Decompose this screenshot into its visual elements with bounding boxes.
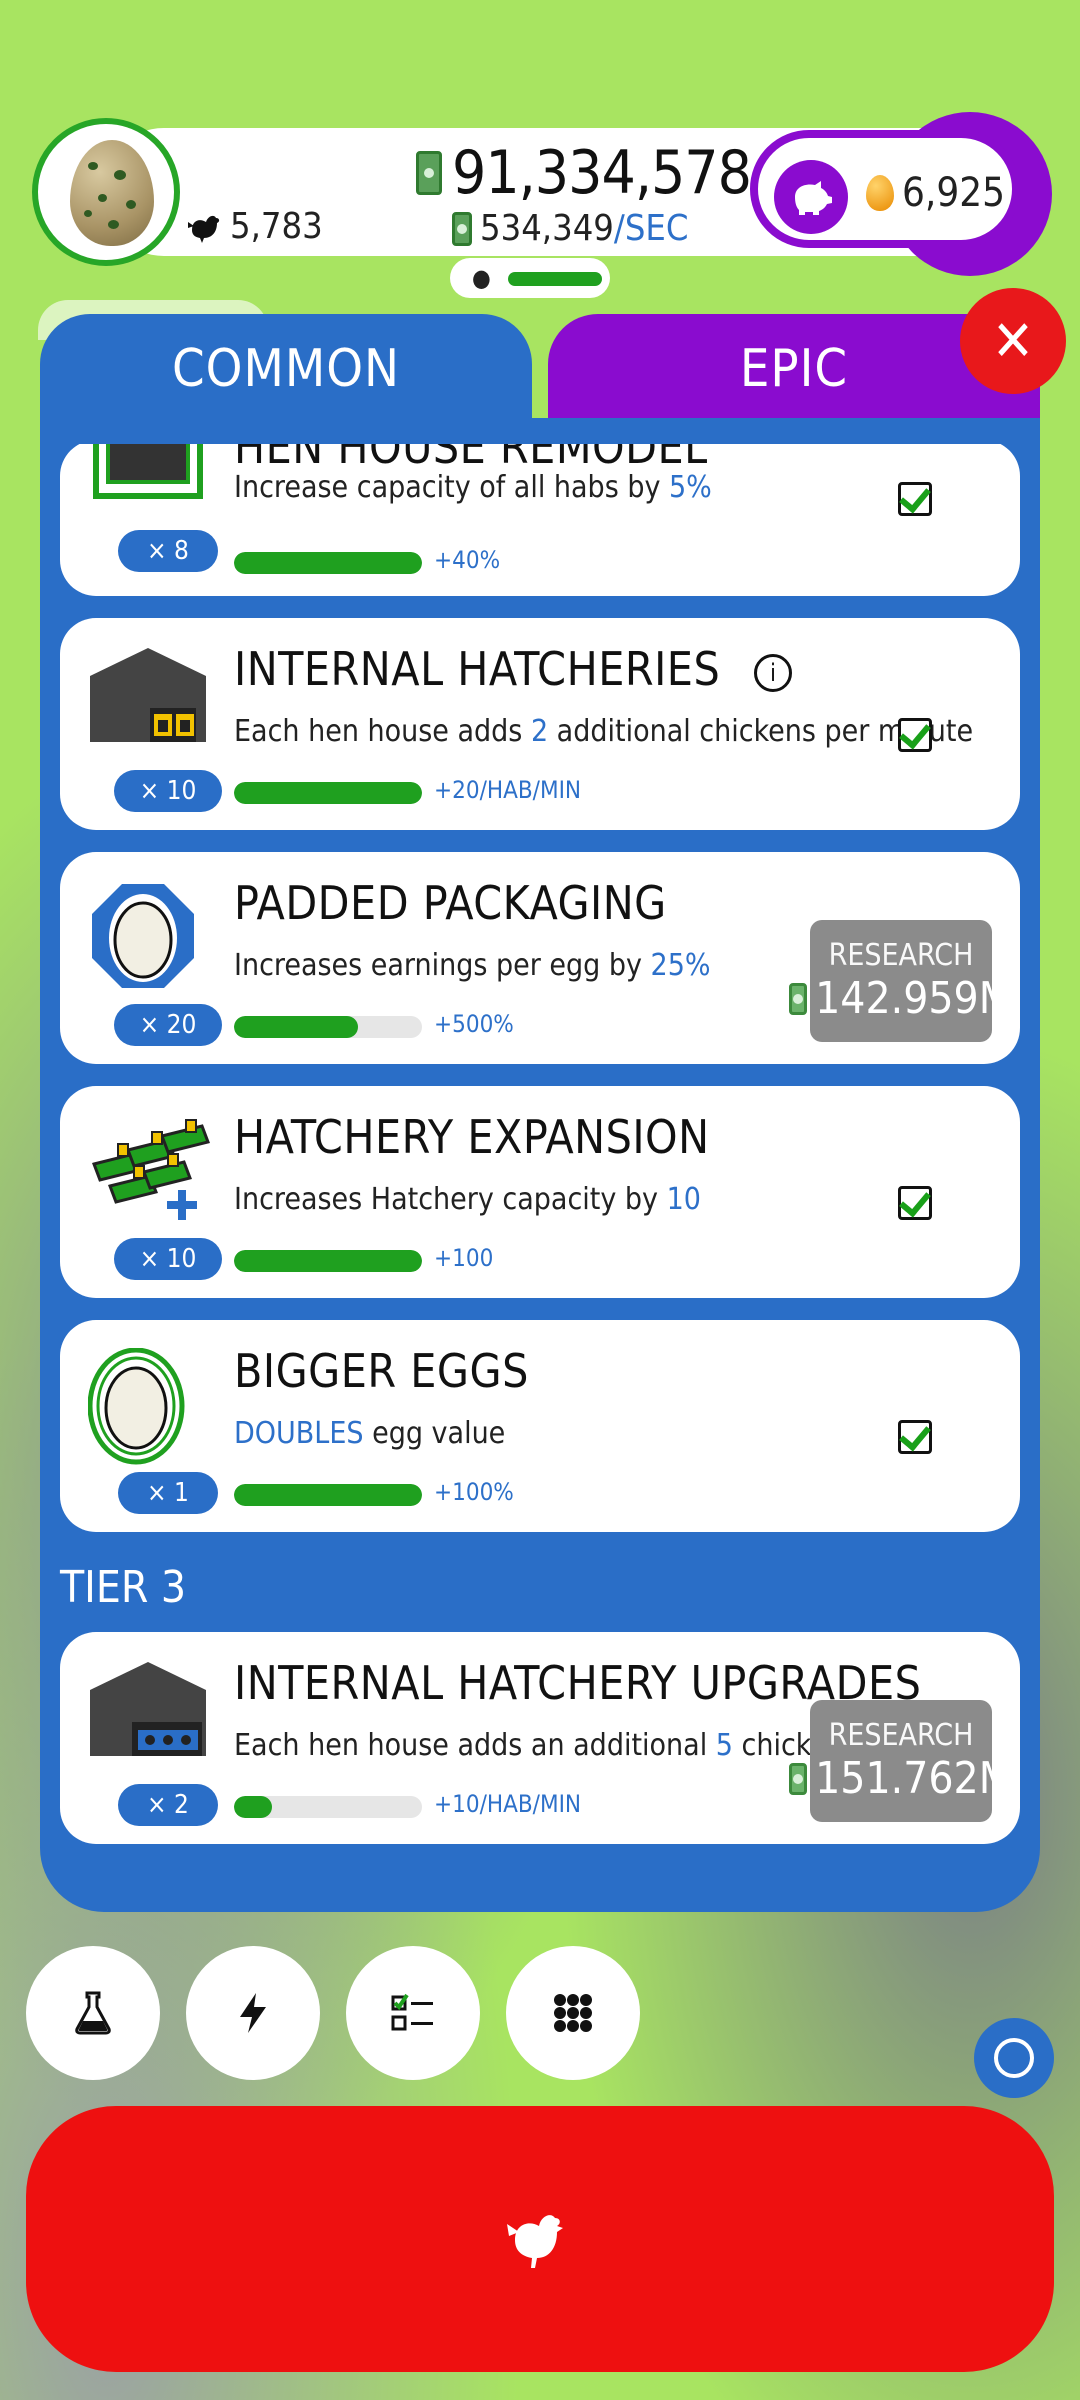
card-description: Increases earnings per egg by 25% [234, 948, 711, 983]
research-card: INTERNAL HATCHERIES i Each hen house adds… [60, 618, 1020, 830]
chicken-count: 5,783 [186, 206, 323, 247]
level-badge: × 10 [114, 1238, 222, 1280]
hatch-progress-bar [508, 272, 602, 286]
cash-icon [452, 211, 472, 246]
research-card: PADDED PACKAGING Increases earnings per … [60, 852, 1020, 1064]
research-card: BIGGER EGGS DOUBLES egg value × 1 +100% [60, 1320, 1020, 1532]
missions-checklist-button[interactable] [346, 1946, 480, 2080]
golden-egg-icon [866, 175, 894, 211]
level-badge: × 8 [118, 530, 218, 572]
close-icon: ✕ [991, 308, 1035, 374]
hatchery-house-icon [88, 646, 208, 756]
completed-check-icon [898, 482, 932, 516]
level-badge: × 20 [114, 1004, 222, 1046]
level-badge: × 1 [118, 1472, 218, 1514]
card-progress-bar [234, 552, 422, 574]
research-card: HATCHERY EXPANSION Increases Hatchery ca… [60, 1086, 1020, 1298]
cash-icon [789, 982, 808, 1015]
research-cost: 151.762M [815, 1753, 1013, 1804]
boost-lightning-button[interactable] [186, 1946, 320, 2080]
menu-grid-button[interactable] [506, 1946, 640, 2080]
piggy-bank-icon[interactable] [774, 160, 848, 234]
research-card: HEN HOUSE REMODEL Increase capacity of a… [60, 444, 1020, 596]
research-label: RESEARCH [828, 1718, 974, 1753]
tab-epic-label: EPIC [739, 339, 849, 399]
completed-check-icon [898, 718, 932, 752]
card-bonus: +20/HAB/MIN [434, 776, 582, 804]
chicken-icon [507, 2215, 563, 2268]
cash-icon [789, 1762, 808, 1795]
cash-icon [416, 151, 442, 195]
card-progress-bar [234, 782, 422, 804]
card-description: Increases Hatchery capacity by 10 [234, 1182, 701, 1217]
progress-fill [234, 1016, 359, 1038]
card-progress-bar [234, 1250, 422, 1272]
bigger-egg-icon [87, 1347, 208, 1465]
chicken-count-value: 5,783 [230, 206, 323, 247]
research-card: INTERNAL HATCHERY UPGRADES Each hen hous… [60, 1632, 1020, 1844]
flask-icon [75, 1991, 111, 2035]
completed-check-icon [898, 1420, 932, 1454]
research-label: RESEARCH [828, 938, 974, 973]
card-progress-bar [234, 1016, 422, 1038]
lightning-icon [240, 1993, 266, 2033]
hen-house-icon [88, 444, 208, 532]
golden-eggs-count: 6,925 [866, 170, 1005, 216]
card-title: INTERNAL HATCHERIES i [234, 642, 793, 696]
research-button[interactable]: RESEARCH 151.762M [789, 1700, 1013, 1822]
info-icon[interactable]: i [754, 653, 793, 692]
research-cost: 142.959M [815, 973, 1013, 1024]
progress-fill [234, 552, 422, 574]
card-bonus: +100 [434, 1244, 494, 1272]
completed-check-icon [898, 1186, 932, 1220]
hatch-progress: ● [450, 258, 610, 298]
tab-common-label: COMMON [171, 339, 401, 399]
card-title: BIGGER EGGS [234, 1344, 529, 1398]
level-badge: × 10 [114, 770, 222, 812]
progress-fill [234, 782, 422, 804]
hatchery-upgrade-house-icon [88, 1660, 208, 1770]
progress-fill [234, 1796, 272, 1818]
close-button[interactable]: ✕ [960, 288, 1066, 394]
tier-heading: TIER 3 [60, 1562, 187, 1613]
checklist-icon [391, 1993, 433, 2031]
progress-fill [234, 1250, 422, 1272]
research-button[interactable]: RESEARCH 142.959M [789, 920, 1013, 1042]
money-display: 91,334,578 [416, 138, 752, 208]
progress-fill [234, 1484, 422, 1506]
circle-icon [994, 2038, 1034, 2078]
income-rate-value: 534,349 [480, 208, 614, 249]
chick-icon: ● [472, 264, 491, 292]
income-rate-unit: /SEC [613, 208, 689, 249]
level-badge: × 2 [118, 1784, 218, 1826]
padded-egg-icon [88, 880, 208, 990]
research-list[interactable]: HEN HOUSE REMODEL Increase capacity of a… [60, 444, 1020, 1866]
card-description: Each hen house adds 2 additional chicken… [234, 714, 974, 749]
card-title: HATCHERY EXPANSION [234, 1110, 710, 1164]
money-value: 91,334,578 [452, 138, 752, 208]
quick-action-button[interactable] [974, 2018, 1054, 2098]
card-bonus: +100% [434, 1478, 514, 1506]
card-progress-bar [234, 1484, 422, 1506]
grid-menu-icon [554, 1994, 592, 2032]
card-description: Increase capacity of all habs by 5% [234, 470, 712, 505]
income-rate: 534,349/SEC [452, 208, 688, 249]
research-flask-button[interactable] [26, 1946, 160, 2080]
golden-eggs-value: 6,925 [902, 170, 1005, 216]
tab-common[interactable]: COMMON [40, 314, 532, 424]
card-title: PADDED PACKAGING [234, 876, 667, 930]
card-bonus: +40% [434, 546, 501, 574]
hatchery-expansion-icon [88, 1114, 210, 1224]
current-egg-badge[interactable] [32, 118, 180, 266]
hatch-chicken-button[interactable] [26, 2106, 1054, 2372]
card-bonus: +500% [434, 1010, 514, 1038]
chicken-icon [188, 215, 220, 243]
card-description: DOUBLES egg value [234, 1416, 506, 1451]
egg-icon [70, 140, 154, 246]
card-bonus: +10/HAB/MIN [434, 1790, 582, 1818]
card-progress-bar [234, 1796, 422, 1818]
